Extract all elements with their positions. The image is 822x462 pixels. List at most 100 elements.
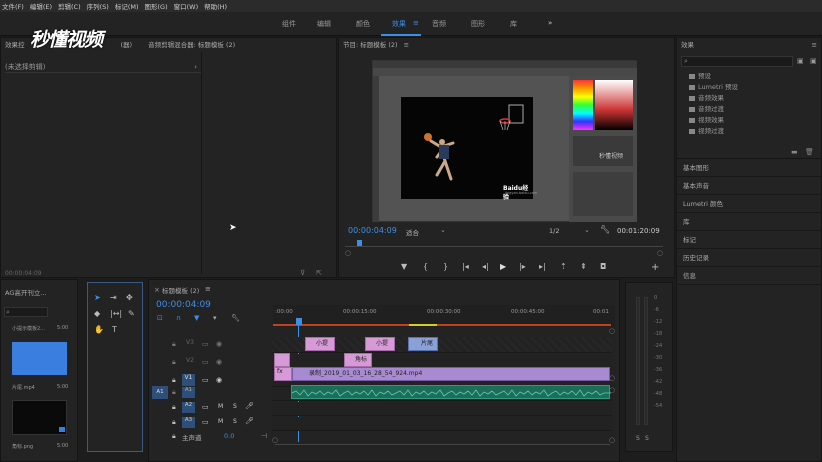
track-label[interactable]: A3 [182,417,195,428]
marker-icon[interactable]: ▾ [213,314,217,322]
tree-item-lumetri-presets[interactable]: Lumetri 预设 [677,82,822,93]
panel-lumetri-color[interactable]: Lumetri 颜色 [677,195,822,213]
lock-icon[interactable]: 🔒︎ [172,403,176,412]
workspace-tab-assembly[interactable]: 组件 [282,19,296,29]
track-label[interactable]: A1 [182,387,195,398]
master-end-icon[interactable]: ⊣ [261,432,267,440]
delete-icon[interactable]: 🗑︎ [805,148,814,156]
new-folder-icon[interactable]: ▬ [791,148,798,156]
expand-arrow-icon[interactable]: › [194,62,197,73]
linked-selection-icon[interactable]: ∩ [176,314,181,322]
snap-icon[interactable]: ⊡ [157,314,163,322]
lock-icon[interactable]: 🔒︎ [172,432,176,441]
step-back-icon[interactable]: ◂| [482,262,489,271]
step-forward-icon[interactable]: |▸ [519,262,526,271]
program-title[interactable]: 节目: 标题模板 (2) [343,41,398,49]
scrubber-start-knob[interactable]: ○ [345,249,351,257]
panel-info[interactable]: 信息 [677,267,822,285]
fit-dropdown[interactable]: 适合 [406,227,419,237]
accelerated-effects-icon[interactable]: ▣ [810,57,817,65]
effects-menu-icon[interactable]: ≡ [812,38,817,52]
program-timecode[interactable]: 00:00:04:09 [348,226,397,235]
source-patch-a1[interactable]: A1 [152,386,168,399]
lane-end-knob[interactable]: ○ [609,386,615,394]
export-icon[interactable]: ⇱ [316,269,322,277]
program-menu-icon[interactable]: ≡ [404,41,409,49]
program-scrubber[interactable] [345,238,663,247]
clip-tip-2[interactable]: 小提 [365,337,395,351]
sync-icon[interactable]: ▭ [202,376,209,384]
track-select-tool-icon[interactable]: ⇥ [110,293,117,302]
clip-end[interactable]: 片尾 [408,337,438,351]
track-label[interactable]: A2 [182,402,195,413]
timeline-title[interactable]: 标题模板 (2) [162,285,199,295]
sync-icon[interactable]: ▭ [202,340,209,348]
menu-help[interactable]: 帮助(H) [204,1,227,11]
menu-graphics[interactable]: 图形(G) [145,1,168,11]
go-to-out-icon[interactable]: ▸| [539,262,546,271]
panel-history[interactable]: 历史记录 [677,249,822,267]
panel-libraries[interactable]: 库 [677,213,822,231]
timeline-settings-icon[interactable]: 🔧︎ [231,314,240,322]
workspace-tab-audio[interactable]: 音频 [432,19,446,29]
lock-icon[interactable]: 🔒︎ [172,418,176,427]
mute-button[interactable]: M [218,418,223,425]
workspace-tab-editing[interactable]: 编辑 [317,19,331,29]
timeline-close-icon[interactable]: × [154,286,160,294]
lane-end-knob[interactable]: ○ [609,374,615,382]
pen-tool-icon[interactable]: ✎ [128,309,135,318]
go-to-in-icon[interactable]: |◂ [462,262,469,271]
tree-item-video-transitions[interactable]: 视频过渡 [677,126,822,137]
ripple-edit-tool-icon[interactable]: ✥ [126,293,133,302]
timeline-timecode[interactable]: 00:00:04:09 [156,300,211,310]
resolution-dropdown-arrow-icon[interactable]: ⌄ [584,226,590,234]
menu-file[interactable]: 文件(F) [2,1,24,11]
selection-tool-icon[interactable]: ➤ [94,293,101,302]
lift-icon[interactable]: ⇡ [560,262,567,271]
panel-markers[interactable]: 标记 [677,231,822,249]
panel-essential-graphics[interactable]: 基本图形 [677,159,822,177]
effects-search-input[interactable]: ⌕ [681,56,793,67]
slip-tool-icon[interactable]: |↔| [110,309,122,318]
master-volume[interactable]: 0.0 [224,432,234,440]
eye-icon[interactable]: ◉ [216,358,222,366]
eye-icon[interactable]: ◉ [216,376,222,384]
microphone-icon[interactable]: 🎤︎ [245,402,254,410]
new-bin-icon[interactable]: ▣ [797,57,804,65]
scroll-end-knob[interactable]: ○ [609,436,615,444]
add-marker-icon[interactable]: ▼ [401,262,407,271]
workspace-tab-effects[interactable]: 效果 [392,19,406,29]
project-thumbnail-blue[interactable] [12,342,67,375]
mute-button[interactable]: M [218,403,223,410]
menu-sequence[interactable]: 序列(S) [87,1,109,11]
tab-audio-clip-mixer[interactable]: 音频剪辑混合器: 标题模板 (2) [148,41,235,49]
add-marker-icon[interactable]: ▼ [194,314,199,322]
lane-a3[interactable] [272,417,612,431]
export-frame-icon[interactable]: ◘ [600,262,606,271]
microphone-icon[interactable]: 🎤︎ [245,417,254,425]
mark-out-icon[interactable]: } [443,262,448,271]
menu-edit[interactable]: 编辑(E) [30,1,52,11]
tree-item-presets[interactable]: 预设 [677,71,822,82]
sync-icon[interactable]: ▭ [202,403,209,411]
extract-icon[interactable]: ⇞ [580,262,587,271]
project-title[interactable]: AG高开刊立... [1,286,77,300]
clip-fx[interactable]: fx [274,367,292,381]
filter-icon[interactable]: ⊽ [300,269,305,277]
eye-icon[interactable]: ◉ [216,340,222,348]
solo-button[interactable]: S [233,418,237,425]
lock-icon[interactable]: 🔒︎ [172,388,176,397]
fit-dropdown-arrow-icon[interactable]: ⌄ [440,226,446,234]
tree-item-audio-transitions[interactable]: 音频过渡 [677,104,822,115]
clip-transition[interactable] [274,353,290,367]
sync-icon[interactable]: ▭ [202,358,209,366]
solo-left-button[interactable]: S [636,435,640,442]
tab-effect-controls[interactable]: 效果控 [5,41,25,49]
solo-button[interactable]: S [233,403,237,410]
timeline-playhead-handle[interactable] [296,318,302,325]
track-label[interactable]: V1 [182,374,195,386]
settings-wrench-icon[interactable]: 🔧︎ [600,225,610,234]
workspace-tab-color[interactable]: 颜色 [356,19,370,29]
lane-end-knob[interactable]: ○ [609,327,615,335]
time-ruler[interactable]: :00:00 00:00:15:00 00:00:30:00 00:00:45:… [273,305,615,327]
